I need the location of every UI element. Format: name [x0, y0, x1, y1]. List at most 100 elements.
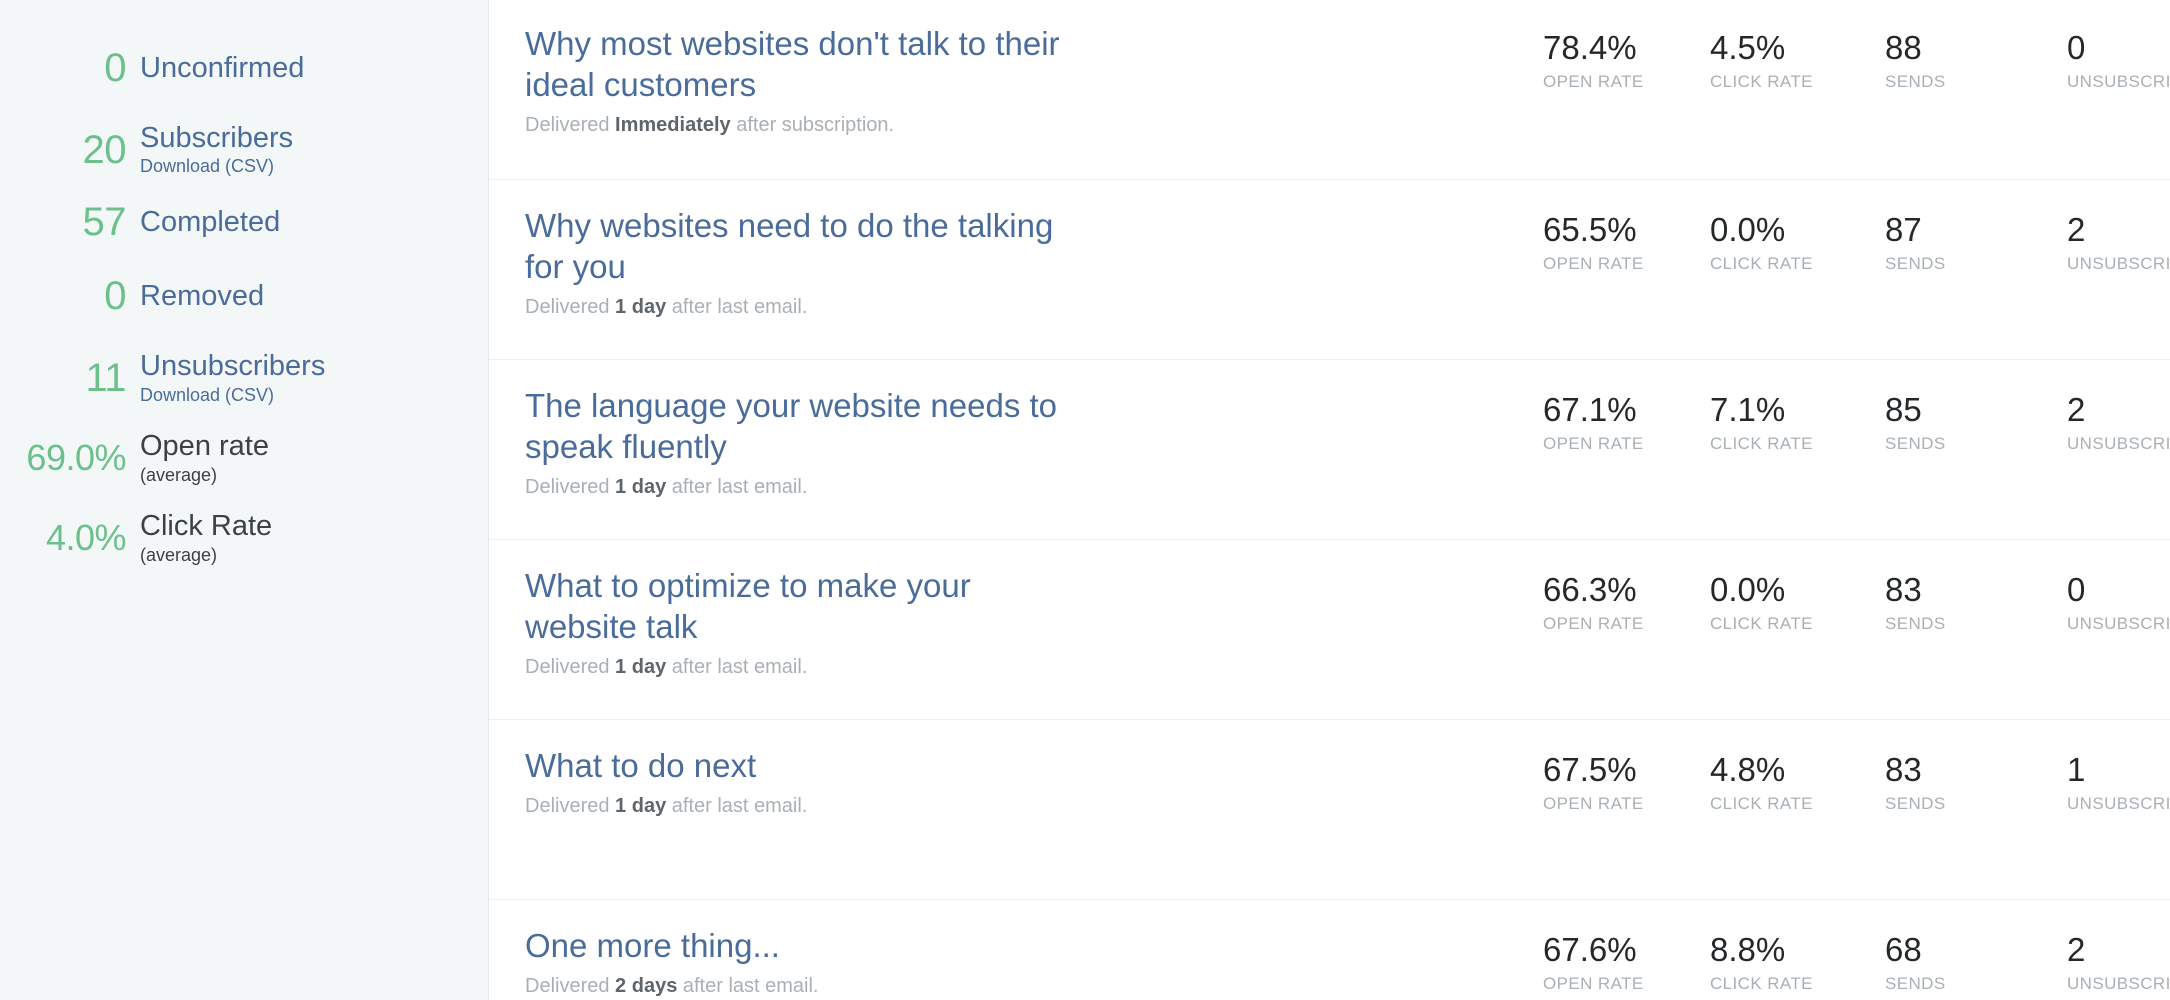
sidebar-stat-removed: 0 Removed [0, 276, 488, 316]
metric-open-rate-value: 78.4% [1543, 29, 1637, 66]
stat-value: 0 [104, 46, 126, 90]
email-title-link[interactable]: What to optimize to make your website ta… [525, 566, 1085, 648]
metric-click-rate-value: 4.5% [1710, 29, 1786, 66]
metric-sends: 85 SENDS [1835, 391, 1995, 454]
delivery-suffix: after last email. [671, 794, 808, 817]
email-info: Why most websites don't talk to their id… [489, 24, 1525, 138]
metric-unsubscribers: 2 UNSUBSCRIBERS [1995, 931, 2170, 994]
delivery-prefix: Delivered [525, 475, 610, 498]
sidebar-stat-click-rate: 4.0% Click Rate (average) [0, 510, 488, 566]
metric-unsubscribers: 0 UNSUBSCRIBERS [1995, 29, 2170, 92]
stat-label[interactable]: Subscribers [140, 122, 478, 154]
stat-body: Unsubscribers Download (CSV) [140, 350, 478, 406]
email-info: The language your website needs to speak… [489, 386, 1525, 500]
metric-click-rate-value: 0.0% [1710, 211, 1786, 248]
metric-unsubscribers: 2 UNSUBSCRIBERS [1995, 211, 2170, 274]
metric-open-rate-label: OPEN RATE [1543, 614, 1644, 634]
metric-unsubscribers: 0 UNSUBSCRIBERS [1995, 571, 2170, 634]
email-title-link[interactable]: Why websites need to do the talking for … [525, 206, 1085, 288]
metric-open-rate: 67.1% OPEN RATE [1525, 391, 1690, 454]
metric-unsubscribers-value: 2 [2067, 211, 2086, 248]
metric-sends-value: 88 [1885, 29, 1922, 66]
email-title-link[interactable]: Why most websites don't talk to their id… [525, 24, 1085, 106]
metric-unsubscribers-label: UNSUBSCRIBERS [2067, 254, 2170, 274]
stat-label: Click Rate [140, 510, 273, 543]
metric-sends-label: SENDS [1885, 254, 1946, 274]
email-metrics: 66.3% OPEN RATE 0.0% CLICK RATE 83 SENDS 0 UNSU… [1525, 566, 2170, 634]
download-csv-link[interactable]: Download (CSV) [140, 156, 478, 178]
stat-sublabel: (average) [140, 464, 218, 485]
email-row: Why most websites don't talk to their id… [489, 0, 2170, 180]
delivery-suffix: after last email. [671, 475, 808, 498]
email-row: What to do next Delivered 1 day after las… [489, 720, 2170, 900]
metric-unsubscribers-label: UNSUBSCRIBERS [2067, 434, 2170, 454]
metric-open-rate-label: OPEN RATE [1543, 72, 1644, 92]
email-metrics: 65.5% OPEN RATE 0.0% CLICK RATE 87 SENDS 2 UNSU… [1525, 206, 2170, 274]
email-delivery-schedule: Delivered 1 day after last email. [525, 474, 1505, 500]
sidebar-stat-list: 0 Unconfirmed 20 Subscribers Download (CSV) 5… [0, 48, 488, 566]
metric-sends-label: SENDS [1885, 72, 1946, 92]
metric-click-rate-label: CLICK RATE [1710, 434, 1813, 454]
metric-unsubscribers-label: UNSUBSCRIBERS [2067, 794, 2170, 814]
delivery-delay: 1 day [615, 295, 667, 318]
stat-label: Open rate [140, 430, 269, 463]
email-row: The language your website needs to speak… [489, 360, 2170, 540]
metric-sends-value: 68 [1885, 931, 1922, 968]
metric-open-rate-label: OPEN RATE [1543, 794, 1644, 814]
delivery-prefix: Delivered [525, 974, 610, 997]
sidebar-stat-completed: 57 Completed [0, 202, 488, 242]
stat-value: 4.0% [45, 517, 127, 559]
download-csv-link[interactable]: Download (CSV) [140, 385, 478, 407]
metric-sends-value: 83 [1885, 751, 1922, 788]
email-delivery-schedule: Delivered Immediately after subscription… [525, 112, 1505, 138]
delivery-suffix: after subscription. [736, 113, 895, 136]
metric-click-rate: 4.5% CLICK RATE [1690, 29, 1835, 92]
metric-sends: 83 SENDS [1835, 751, 1995, 814]
metric-click-rate-value: 4.8% [1710, 751, 1786, 788]
stat-label[interactable]: Unsubscribers [140, 350, 478, 382]
metric-click-rate-label: CLICK RATE [1710, 72, 1813, 92]
email-delivery-schedule: Delivered 2 days after last email. [525, 973, 1505, 999]
stat-label[interactable]: Removed [140, 280, 478, 312]
metric-open-rate-value: 67.6% [1543, 931, 1637, 968]
email-title-link[interactable]: The language your website needs to speak… [525, 386, 1085, 468]
metric-click-rate: 7.1% CLICK RATE [1690, 391, 1835, 454]
stat-value: 0 [104, 274, 126, 319]
metric-sends-label: SENDS [1885, 794, 1946, 814]
email-delivery-schedule: Delivered 1 day after last email. [525, 294, 1505, 320]
email-info: Why websites need to do the talking for … [489, 206, 1525, 320]
metric-unsubscribers-label: UNSUBSCRIBERS [2067, 72, 2170, 92]
metric-sends-value: 83 [1885, 571, 1922, 608]
sidebar-stat-subscribers: 20 Subscribers Download (CSV) [0, 122, 488, 178]
stat-value: 20 [82, 128, 127, 173]
delivery-delay: 1 day [615, 794, 667, 817]
metric-open-rate: 67.6% OPEN RATE [1525, 931, 1690, 994]
delivery-delay: 1 day [615, 475, 667, 498]
delivery-suffix: after last email. [682, 974, 819, 997]
stat-label[interactable]: Unconfirmed [140, 52, 478, 84]
email-delivery-schedule: Delivered 1 day after last email. [525, 654, 1505, 680]
metric-open-rate: 67.5% OPEN RATE [1525, 751, 1690, 814]
email-row: Why websites need to do the talking for … [489, 180, 2170, 360]
stat-value: 69.0% [26, 437, 126, 479]
metric-sends: 83 SENDS [1835, 571, 1995, 634]
email-metrics: 78.4% OPEN RATE 4.5% CLICK RATE 88 SENDS 0 UNSU… [1525, 24, 2170, 92]
metric-click-rate-label: CLICK RATE [1710, 254, 1813, 274]
metric-unsubscribers-label: UNSUBSCRIBERS [2067, 974, 2170, 994]
metric-sends-value: 85 [1885, 391, 1922, 428]
email-title-link[interactable]: What to do next [525, 746, 1085, 787]
email-info: One more thing... Delivered 2 days after … [489, 926, 1525, 999]
stat-label[interactable]: Completed [140, 206, 478, 238]
metric-sends-value: 87 [1885, 211, 1922, 248]
metric-unsubscribers: 2 UNSUBSCRIBERS [1995, 391, 2170, 454]
email-list: Why most websites don't talk to their id… [489, 0, 2170, 1000]
metric-click-rate-label: CLICK RATE [1710, 794, 1813, 814]
delivery-delay: Immediately [615, 113, 731, 136]
metric-unsubscribers-value: 2 [2067, 931, 2086, 968]
delivery-suffix: after last email. [671, 655, 808, 678]
metric-open-rate-value: 67.5% [1543, 751, 1637, 788]
metric-click-rate: 4.8% CLICK RATE [1690, 751, 1835, 814]
email-title-link[interactable]: One more thing... [525, 926, 1085, 967]
metric-click-rate: 8.8% CLICK RATE [1690, 931, 1835, 994]
metric-open-rate-value: 65.5% [1543, 211, 1637, 248]
